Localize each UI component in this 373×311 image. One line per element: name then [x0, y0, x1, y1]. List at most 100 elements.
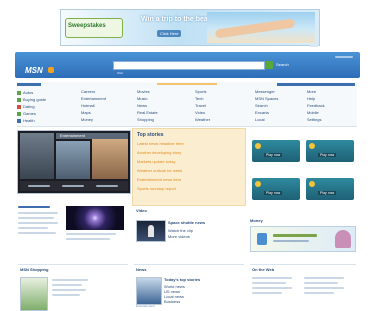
product-link[interactable]: [52, 289, 86, 291]
link-line[interactable]: [66, 233, 116, 235]
nav-item[interactable]: Mobile: [307, 110, 355, 117]
nav-item[interactable]: Hotmail: [81, 103, 131, 110]
nav-item[interactable]: Sports: [195, 89, 249, 96]
feature-image[interactable]: Entertainment: [17, 130, 131, 194]
nav-item[interactable]: Health: [17, 117, 73, 124]
nav-item[interactable]: News: [137, 103, 189, 110]
nav-col-6: More Help Feedback Mobile Settings: [307, 89, 355, 124]
nav-item[interactable]: Money: [81, 117, 131, 124]
web-link[interactable]: [304, 287, 344, 289]
money-heading: Money: [250, 218, 263, 223]
nav-item[interactable]: Careers: [81, 89, 131, 96]
product-link[interactable]: [52, 279, 88, 281]
web-link[interactable]: [304, 277, 344, 279]
bottom-left-section: MSN Shopping: [18, 264, 128, 311]
feature-photo-3: [92, 133, 128, 179]
nav-item[interactable]: Shopping: [137, 117, 189, 124]
video-thumbnail[interactable]: [136, 220, 166, 242]
web-link[interactable]: [252, 282, 286, 284]
news-headline[interactable]: Today's top stories: [164, 277, 200, 282]
link-line[interactable]: [18, 227, 48, 229]
video-heading: Video: [136, 208, 147, 213]
money-ad-person: [335, 230, 351, 248]
money-ad-logo: [257, 233, 267, 245]
video-link[interactable]: Watch the clip: [168, 228, 193, 233]
web-link[interactable]: [252, 287, 292, 289]
nav-item[interactable]: Buying guide: [17, 96, 73, 103]
nav-item[interactable]: Weather: [195, 117, 249, 124]
nav-item[interactable]: Feedback: [307, 103, 355, 110]
story-link[interactable]: Latest news headline here: [137, 141, 241, 150]
promo-tile[interactable]: Play now: [306, 140, 354, 162]
promo-tile[interactable]: Play now: [252, 140, 300, 162]
sun-icon: [309, 143, 315, 149]
top-stories-list: Latest news headline here Another develo…: [137, 141, 241, 195]
promo-label: Play now: [264, 191, 283, 195]
news-link[interactable]: Business: [164, 299, 180, 304]
banner-ad[interactable]: Sweepstakes Win a trip to the beach Clic…: [60, 9, 320, 46]
nav-item[interactable]: Entertainment: [81, 96, 131, 103]
story-link[interactable]: Markets update today: [137, 159, 241, 168]
web-link[interactable]: [252, 277, 292, 279]
link-line[interactable]: [18, 212, 58, 214]
shopping-heading: MSN Shopping: [20, 267, 49, 272]
nav-item[interactable]: Search: [255, 103, 301, 110]
nav-item[interactable]: Autos: [17, 89, 73, 96]
web-link[interactable]: [304, 292, 334, 294]
video-title[interactable]: Space shuttle news: [168, 220, 205, 225]
story-link[interactable]: Sports roundup report: [137, 186, 241, 195]
sun-icon: [255, 181, 261, 187]
nav-item[interactable]: Maps: [81, 110, 131, 117]
promo-tile[interactable]: Play now: [252, 178, 300, 200]
product-link[interactable]: [52, 284, 82, 286]
web-link[interactable]: [252, 292, 282, 294]
feature-link[interactable]: [28, 185, 50, 187]
link-line[interactable]: [18, 232, 56, 234]
link-line[interactable]: [18, 222, 58, 224]
money-ad[interactable]: [250, 226, 356, 252]
nav-item[interactable]: Help: [307, 96, 355, 103]
nav-item[interactable]: Messenger: [255, 89, 301, 96]
nav-item[interactable]: Travel: [195, 103, 249, 110]
nav-item[interactable]: Dating: [17, 103, 73, 110]
feature-link[interactable]: [96, 185, 118, 187]
link-line[interactable]: [66, 238, 110, 240]
nav-item[interactable]: Music: [137, 96, 189, 103]
promo-tile[interactable]: Play now: [306, 178, 354, 200]
story-link[interactable]: Another developing story: [137, 150, 241, 159]
product-link[interactable]: [52, 294, 80, 296]
nav-item[interactable]: Video: [195, 110, 249, 117]
news-thumbnail[interactable]: [136, 277, 162, 305]
nav-item[interactable]: Movies: [137, 89, 189, 96]
nav-item[interactable]: Settings: [307, 117, 355, 124]
search-option[interactable]: Web: [117, 71, 123, 75]
nav-item[interactable]: Encarta: [255, 110, 301, 117]
green-icon: [17, 90, 21, 95]
search-button[interactable]: [265, 61, 273, 69]
promo-label: Play now: [264, 153, 283, 157]
nav-item[interactable]: Tech: [195, 96, 249, 103]
story-link[interactable]: Weather outlook for week: [137, 168, 241, 177]
brand-text: Sweepstakes: [68, 23, 106, 29]
banner-cta[interactable]: Click Here: [157, 30, 182, 37]
video-link[interactable]: More videos: [168, 234, 190, 239]
link-line[interactable]: [18, 217, 54, 219]
nav-item[interactable]: MSN Spaces: [255, 96, 301, 103]
link-line[interactable]: [18, 206, 50, 208]
money-ad-text: [273, 240, 309, 242]
nav-item[interactable]: Local: [255, 117, 301, 124]
header-link[interactable]: [335, 56, 353, 58]
search-input[interactable]: [113, 61, 265, 70]
banner-headline: Win a trip to the beach: [141, 16, 216, 23]
nav-item[interactable]: Games: [17, 110, 73, 117]
nav-item[interactable]: Real Estate: [137, 110, 189, 117]
msn-logo[interactable]: MSN: [25, 60, 55, 78]
nav-item[interactable]: More: [307, 89, 355, 96]
galaxy-thumbnail[interactable]: [66, 206, 124, 230]
product-image[interactable]: [20, 277, 48, 311]
legs-graphic: [214, 18, 296, 39]
nav-heading-right: [277, 83, 355, 86]
web-link[interactable]: [304, 282, 338, 284]
story-link[interactable]: Entertainment news item: [137, 177, 241, 186]
feature-link[interactable]: [62, 185, 84, 187]
